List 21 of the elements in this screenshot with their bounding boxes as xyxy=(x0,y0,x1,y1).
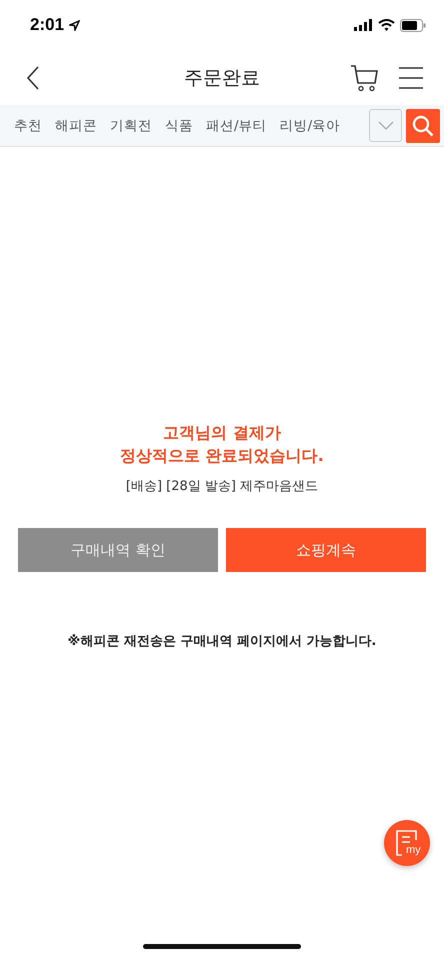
page-title: 주문완료 xyxy=(183,66,261,90)
cart-icon[interactable] xyxy=(350,64,378,92)
completion-message: 고객님의 결제가 정상적으로 완료되었습니다. xyxy=(120,422,324,467)
back-icon[interactable] xyxy=(26,66,40,90)
signal-icon xyxy=(354,19,373,31)
wifi-icon xyxy=(378,19,395,31)
status-time: 2:01 xyxy=(30,15,64,35)
category-tab[interactable]: 기획전 xyxy=(110,116,152,134)
search-button[interactable] xyxy=(406,108,440,142)
category-tab[interactable]: 추천 xyxy=(14,116,42,134)
notice-text: ※해피콘 재전송은 구매내역 페이지에서 가능합니다. xyxy=(68,633,376,650)
category-tab[interactable]: 리빙/육아 xyxy=(280,116,340,134)
search-icon xyxy=(412,114,434,136)
battery-icon xyxy=(400,18,426,32)
location-arrow-icon xyxy=(69,20,80,30)
product-name: [배송] [28일 발송] 제주마음샌드 xyxy=(126,478,318,495)
menu-icon[interactable] xyxy=(398,66,424,88)
chevron-down-icon xyxy=(378,121,394,130)
category-tab[interactable]: 패션/뷰티 xyxy=(206,116,267,134)
category-tab[interactable]: 해피콘 xyxy=(55,116,97,134)
category-tab[interactable]: 식품 xyxy=(165,116,193,134)
